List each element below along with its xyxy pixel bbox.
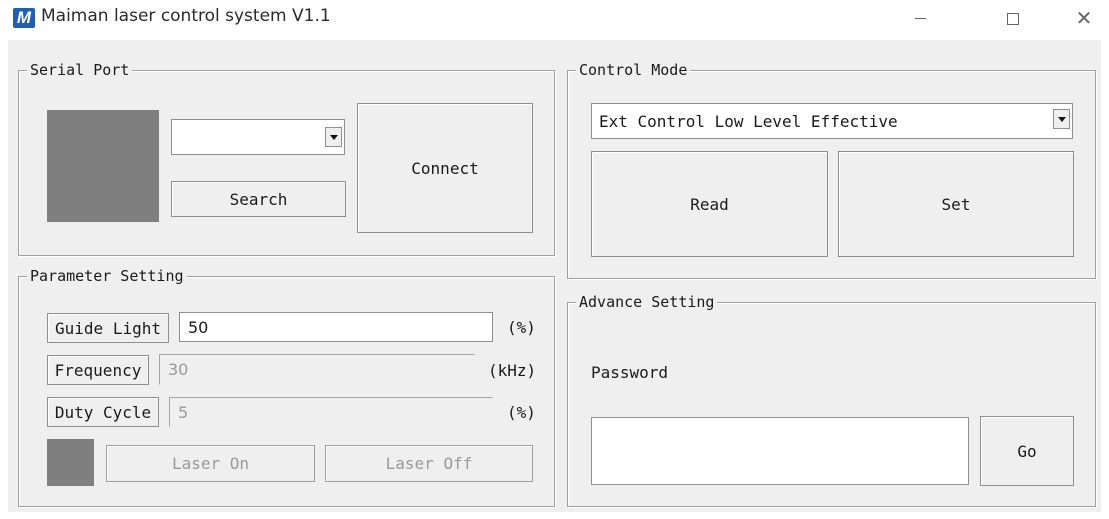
advance-setting-group: Advance Setting Password Go [567, 293, 1096, 507]
control-mode-value: Ext Control Low Level Effective [599, 112, 898, 131]
serial-port-select[interactable] [171, 119, 345, 155]
maximize-icon [1007, 12, 1019, 25]
advance-setting-title: Advance Setting [576, 293, 718, 311]
title-bar: M Maiman laser control system V1.1 ✕ [0, 0, 1109, 38]
laser-on-button[interactable]: Laser On [106, 445, 315, 482]
close-button[interactable]: ✕ [1061, 0, 1107, 36]
guide-light-button[interactable]: Guide Light [47, 313, 169, 343]
control-mode-group: Control Mode Ext Control Low Level Effec… [567, 61, 1096, 279]
client-area: Serial Port Search Connect Parameter Set… [8, 40, 1101, 512]
chevron-down-icon[interactable] [325, 127, 342, 147]
guide-light-unit: (%) [507, 318, 536, 337]
password-label: Password [591, 363, 669, 382]
frequency-unit: (kHz) [488, 361, 537, 380]
parameter-setting-group: Parameter Setting Guide Light 50 (%) Fre… [18, 267, 555, 507]
laser-status-indicator [47, 439, 94, 486]
control-mode-select[interactable]: Ext Control Low Level Effective [591, 103, 1073, 139]
window-title: Maiman laser control system V1.1 [41, 6, 331, 26]
app-logo-icon: M [13, 8, 35, 28]
laser-off-button[interactable]: Laser Off [325, 445, 533, 482]
control-mode-title: Control Mode [576, 61, 691, 79]
maximize-button[interactable] [990, 0, 1036, 36]
connect-button[interactable]: Connect [357, 103, 533, 233]
parameter-setting-title: Parameter Setting [27, 267, 187, 285]
guide-light-input[interactable]: 50 [179, 312, 493, 342]
password-input[interactable] [591, 417, 969, 485]
set-button[interactable]: Set [838, 151, 1074, 257]
close-icon: ✕ [1075, 6, 1093, 30]
duty-cycle-button[interactable]: Duty Cycle [47, 397, 159, 427]
minimize-button[interactable] [897, 0, 943, 36]
frequency-button[interactable]: Frequency [47, 355, 149, 385]
serial-port-title: Serial Port [27, 61, 133, 79]
duty-cycle-input[interactable]: 5 [169, 397, 493, 427]
duty-cycle-unit: (%) [507, 403, 536, 422]
serial-status-indicator [47, 110, 159, 222]
minimize-icon [914, 18, 926, 19]
search-button[interactable]: Search [171, 181, 346, 217]
read-button[interactable]: Read [591, 151, 828, 257]
go-button[interactable]: Go [980, 416, 1074, 486]
serial-port-group: Serial Port Search Connect [18, 61, 555, 256]
chevron-down-icon[interactable] [1053, 109, 1070, 129]
frequency-input[interactable]: 30 [159, 354, 475, 385]
